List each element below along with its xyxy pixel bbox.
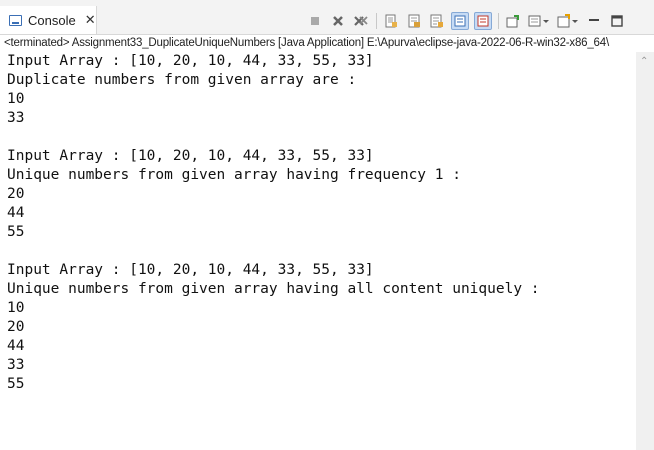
toolbar-separator: [376, 13, 377, 29]
console-output[interactable]: Input Array : [10, 20, 10, 44, 33, 55, 3…: [0, 52, 636, 450]
console-line: Input Array : [10, 20, 10, 44, 33, 55, 3…: [7, 53, 374, 69]
show-on-stdout-icon[interactable]: [451, 12, 469, 30]
close-icon[interactable]: ✕: [85, 12, 96, 28]
tab-console[interactable]: Console ✕: [0, 6, 97, 34]
open-console-icon[interactable]: [556, 12, 580, 30]
console-line: Input Array : [10, 20, 10, 44, 33, 55, 3…: [7, 262, 374, 278]
maximize-icon[interactable]: [608, 12, 626, 30]
tab-console-label: Console: [28, 12, 76, 28]
scroll-up-icon[interactable]: ⌃: [640, 56, 648, 67]
console-line: 33: [7, 110, 25, 126]
display-selected-console-icon[interactable]: [527, 12, 551, 30]
word-wrap-icon[interactable]: [428, 12, 446, 30]
console-line: Unique numbers from given array having f…: [7, 167, 461, 183]
console-line: 44: [7, 205, 25, 221]
vertical-scrollbar[interactable]: ⌃: [636, 52, 654, 450]
toolbar-separator: [498, 13, 499, 29]
console-line: 10: [7, 300, 25, 316]
remove-all-icon[interactable]: [352, 12, 370, 30]
pin-console-icon[interactable]: [504, 12, 522, 30]
console-icon: [9, 14, 22, 26]
console-line: 20: [7, 319, 25, 335]
minimize-icon[interactable]: [585, 12, 603, 30]
stop-icon[interactable]: [306, 12, 324, 30]
scroll-lock-icon[interactable]: [405, 12, 423, 30]
console-line: 55: [7, 376, 25, 392]
console-line: 55: [7, 224, 25, 240]
console-line: Duplicate numbers from given array are :: [7, 72, 357, 88]
console-line: Unique numbers from given array having a…: [7, 281, 540, 297]
show-on-stderr-icon[interactable]: [474, 12, 492, 30]
console-line: Input Array : [10, 20, 10, 44, 33, 55, 3…: [7, 148, 374, 164]
console-line: 10: [7, 91, 25, 107]
console-view-header: Console ✕: [0, 6, 654, 35]
console-line: 44: [7, 338, 25, 354]
clear-console-icon[interactable]: [382, 12, 400, 30]
console-toolbar: [306, 11, 631, 31]
remove-launch-icon[interactable]: [329, 12, 347, 30]
launch-description: <terminated> Assignment33_DuplicateUniqu…: [4, 37, 609, 49]
console-line: 20: [7, 186, 25, 202]
console-line: 33: [7, 357, 25, 373]
